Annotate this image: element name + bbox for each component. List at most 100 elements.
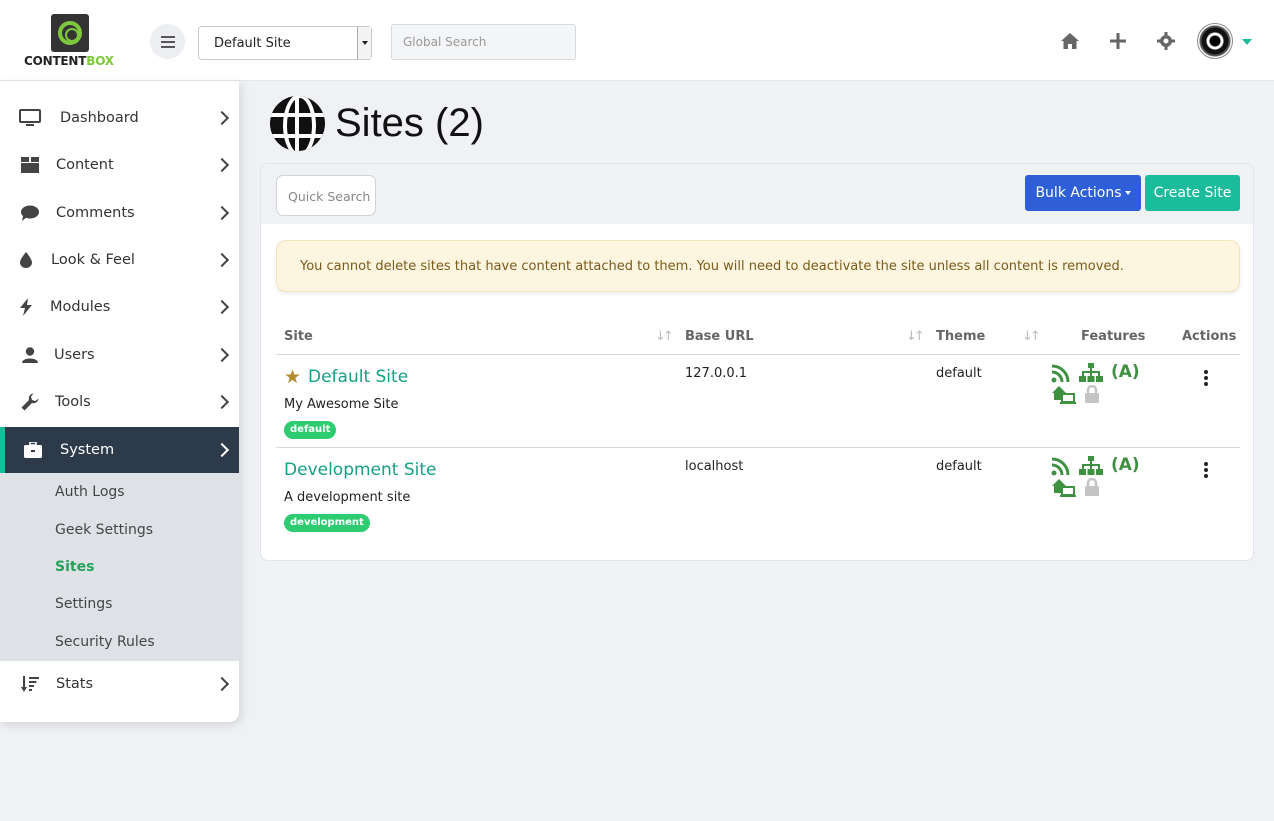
column-header-site[interactable]: Site (284, 329, 313, 344)
submenu-item-geek-settings[interactable]: Geek Settings (55, 522, 153, 538)
top-bar: CONTENTBOX Default Site Global Search (0, 0, 1274, 81)
contentbox-logo[interactable]: CONTENTBOX (24, 14, 116, 68)
user-icon (19, 345, 41, 365)
quick-search-input[interactable]: Quick Search (276, 175, 376, 216)
sidebar-item-users[interactable]: Users (0, 332, 239, 378)
row-actions-menu-icon[interactable] (1204, 370, 1208, 386)
sidebar-item-label: Content (56, 157, 114, 173)
site-selector[interactable]: Default Site (198, 26, 372, 60)
column-header-features: Features (1081, 329, 1146, 344)
sidebar-item-label: Look & Feel (51, 252, 135, 268)
warning-alert: You cannot delete sites that have conten… (276, 240, 1240, 292)
user-menu-caret-icon[interactable] (1242, 39, 1252, 45)
home-laptop-icon (1052, 385, 1076, 409)
box-icon (19, 155, 41, 175)
card-toolbar: Quick Search Bulk Actions Create Site (261, 164, 1253, 224)
sidebar-item-label: Tools (55, 394, 91, 410)
sidebar-item-label: Comments (56, 205, 135, 221)
briefcase-icon (22, 440, 44, 460)
user-avatar[interactable] (1197, 23, 1233, 59)
sidebar-item-label: Modules (50, 299, 111, 315)
global-search-input[interactable]: Global Search (391, 24, 576, 60)
wrench-icon (19, 392, 41, 412)
monitor-icon (19, 108, 41, 128)
site-selector-value: Default Site (214, 36, 291, 51)
chevron-right-icon (214, 442, 230, 458)
home-icon[interactable] (1059, 30, 1081, 52)
column-header-theme[interactable]: Theme (936, 329, 985, 344)
broadcast-icon: (A) (1111, 362, 1140, 382)
sidebar-item-tools[interactable]: Tools (0, 379, 239, 425)
chevron-right-icon (214, 394, 230, 410)
row-divider (276, 447, 1240, 448)
chevron-right-icon (214, 110, 230, 126)
bolt-icon (15, 297, 37, 317)
site-name-link[interactable]: Default Site (308, 367, 408, 387)
logo-mark (51, 14, 89, 52)
sidebar-item-dashboard[interactable]: Dashboard (0, 95, 239, 141)
droplet-icon (15, 250, 37, 270)
base-url-cell: localhost (685, 459, 744, 474)
theme-cell: default (936, 366, 982, 381)
comment-icon (19, 203, 41, 223)
sort-icon[interactable]: ↓↑ (655, 329, 674, 344)
site-description: My Awesome Site (284, 397, 399, 412)
sidebar-item-label: System (60, 442, 115, 458)
bulk-actions-label: Bulk Actions (1035, 185, 1122, 201)
sidebar-item-look-and-feel[interactable]: Look & Feel (0, 237, 239, 283)
site-slug-badge: development (284, 514, 370, 532)
create-site-button[interactable]: Create Site (1145, 175, 1240, 211)
sort-icon[interactable]: ↓↑ (906, 329, 925, 344)
sidebar-item-label: Stats (56, 676, 94, 692)
sidebar-item-stats[interactable]: Stats (0, 661, 239, 707)
base-url-cell: 127.0.0.1 (685, 366, 748, 381)
gear-icon[interactable] (1155, 30, 1177, 52)
system-submenu: Auth Logs Geek Settings Sites Settings S… (0, 473, 239, 661)
chevron-right-icon (214, 157, 230, 173)
theme-cell: default (936, 459, 982, 474)
bulk-actions-button[interactable]: Bulk Actions (1025, 175, 1141, 211)
chevron-right-icon (214, 347, 230, 363)
sites-card: Quick Search Bulk Actions Create Site Yo… (260, 163, 1254, 561)
chevron-right-icon (214, 205, 230, 221)
sidebar-item-label: Dashboard (60, 110, 139, 126)
menu-toggle-button[interactable] (150, 24, 185, 59)
site-description: A development site (284, 490, 411, 505)
sidebar-item-label: Users (54, 347, 95, 363)
lock-icon (1084, 477, 1100, 500)
site-slug-badge: default (284, 421, 337, 439)
submenu-item-security-rules[interactable]: Security Rules (55, 634, 155, 650)
page-title: Sites (2) (270, 95, 484, 151)
chevron-right-icon (214, 299, 230, 315)
broadcast-icon: (A) (1111, 455, 1140, 475)
sidebar: Dashboard Content Comments Look & Feel M… (0, 81, 239, 722)
sidebar-item-system[interactable]: System (0, 427, 239, 473)
dropdown-caret-icon (357, 27, 371, 59)
sitemap-icon (1079, 456, 1103, 480)
table-header-divider (276, 354, 1240, 355)
column-header-actions: Actions (1182, 329, 1237, 344)
sidebar-item-comments[interactable]: Comments (0, 190, 239, 236)
submenu-item-settings[interactable]: Settings (55, 596, 112, 612)
submenu-item-sites[interactable]: Sites (55, 559, 94, 575)
sort-amount-icon (19, 674, 41, 694)
hamburger-icon (160, 35, 175, 48)
chevron-right-icon (214, 676, 230, 692)
caret-down-icon (1124, 191, 1131, 195)
sort-icon[interactable]: ↓↑ (1022, 329, 1041, 344)
lock-icon (1084, 384, 1100, 407)
submenu-item-auth-logs[interactable]: Auth Logs (55, 484, 125, 500)
home-laptop-icon (1052, 478, 1076, 502)
column-header-base-url[interactable]: Base URL (685, 329, 754, 344)
chevron-right-icon (214, 252, 230, 268)
row-actions-menu-icon[interactable] (1204, 462, 1208, 478)
rss-icon (1051, 456, 1073, 480)
globe-icon (270, 95, 325, 151)
site-name-link[interactable]: Development Site (284, 460, 437, 480)
sidebar-item-modules[interactable]: Modules (0, 284, 239, 330)
star-icon: ★ (284, 366, 302, 388)
plus-icon[interactable] (1107, 30, 1129, 52)
rss-icon (1051, 363, 1073, 387)
sitemap-icon (1079, 363, 1103, 387)
sidebar-item-content[interactable]: Content (0, 142, 239, 188)
